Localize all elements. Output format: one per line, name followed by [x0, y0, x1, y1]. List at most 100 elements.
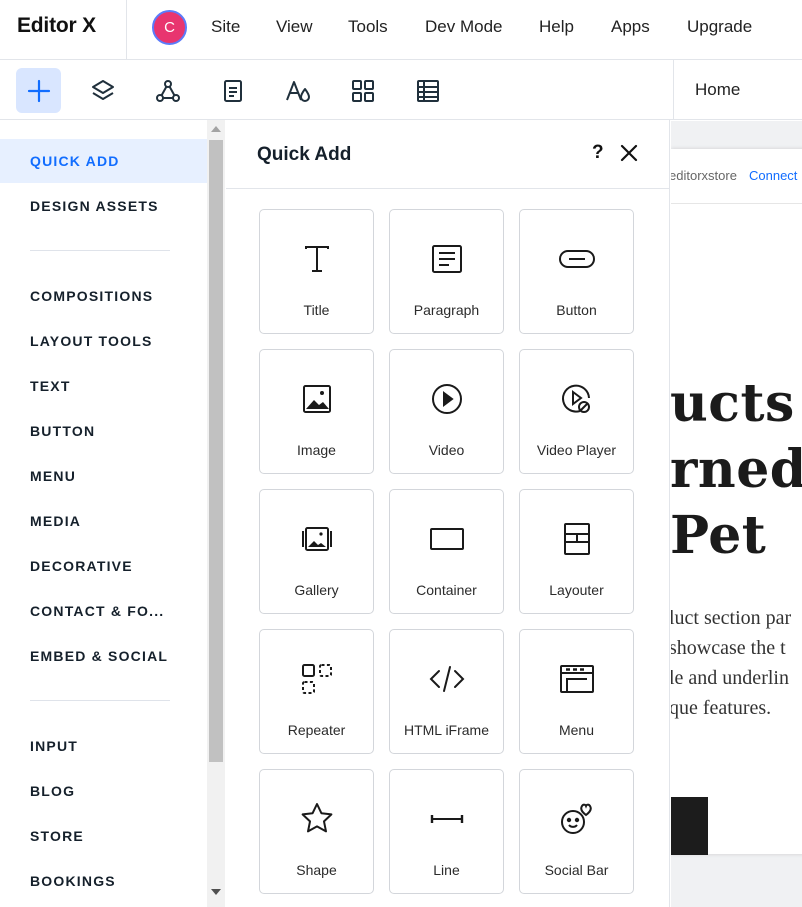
add-layouter-tile[interactable]: Layouter [519, 489, 634, 614]
tile-label: Gallery [294, 582, 339, 598]
category-text[interactable]: TEXT [0, 364, 207, 408]
menu-view[interactable]: View [276, 17, 313, 37]
close-icon[interactable] [618, 142, 640, 164]
tile-label: Title [303, 302, 330, 318]
divider [30, 250, 170, 251]
body-text-line: le and underlin [671, 667, 789, 689]
cms-table-icon [416, 79, 439, 102]
video-play-icon [432, 384, 462, 414]
hero-heading-line: ucts [671, 373, 795, 434]
add-shape-tile[interactable]: Shape [259, 769, 374, 894]
category-input[interactable]: INPUT [0, 724, 207, 768]
scroll-down-arrow-icon[interactable] [211, 889, 221, 895]
menu-upgrade[interactable]: Upgrade [687, 17, 752, 37]
layers-button[interactable] [80, 68, 125, 113]
tile-label: Social Bar [544, 862, 609, 878]
category-embed-social[interactable]: EMBED & SOCIAL [0, 634, 207, 678]
avatar[interactable]: C [152, 10, 187, 45]
top-bar: Editor X C Site View Tools Dev Mode Help… [0, 0, 802, 60]
apps-grid-icon [351, 79, 374, 102]
site-button[interactable] [671, 797, 708, 855]
connections-icon [155, 79, 180, 102]
paragraph-icon [432, 245, 462, 273]
left-toolbar: Home [0, 60, 802, 120]
panel-title: Quick Add [257, 144, 352, 165]
category-store[interactable]: STORE [0, 814, 207, 858]
category-menu[interactable]: MENU [0, 454, 207, 498]
menu-apps[interactable]: Apps [611, 17, 650, 37]
divider [30, 700, 170, 701]
category-design-assets[interactable]: DESIGN ASSETS [0, 184, 207, 228]
add-video-tile[interactable]: Video [389, 349, 504, 474]
design-assets-button[interactable] [275, 68, 320, 113]
add-plus-icon [27, 79, 50, 102]
category-contact-forms[interactable]: CONTACT & FO... [0, 589, 207, 633]
page-selector[interactable]: Home [695, 80, 740, 100]
add-paragraph-tile[interactable]: Paragraph [389, 209, 504, 334]
social-bar-icon [561, 803, 592, 834]
add-repeater-tile[interactable]: Repeater [259, 629, 374, 754]
add-container-tile[interactable]: Container [389, 489, 504, 614]
design-assets-icon [285, 80, 310, 102]
help-icon[interactable]: ? [592, 142, 604, 164]
tile-label: Button [556, 302, 597, 318]
video-player-icon [562, 384, 590, 413]
menu-site[interactable]: Site [211, 17, 240, 37]
category-layout-tools[interactable]: LAYOUT TOOLS [0, 319, 207, 363]
add-html-iframe-tile[interactable]: HTML iFrame [389, 629, 504, 754]
menu-tools[interactable]: Tools [348, 17, 388, 37]
site-header: editorxstore Connect [671, 149, 802, 204]
category-media[interactable]: MEDIA [0, 499, 207, 543]
add-video-player-tile[interactable]: Video Player [519, 349, 634, 474]
repeater-icon [302, 664, 332, 694]
body-text-line: que features. [671, 697, 772, 719]
category-compositions[interactable]: COMPOSITIONS [0, 274, 207, 318]
tile-label: Layouter [549, 582, 604, 598]
tile-label: Menu [558, 722, 595, 738]
add-gallery-tile[interactable]: Gallery [259, 489, 374, 614]
add-button[interactable] [16, 68, 61, 113]
button-icon [559, 250, 595, 268]
tile-label: Shape [296, 862, 337, 878]
site-preview[interactable]: editorxstore Connect ucts rned I Pet luc… [671, 149, 802, 855]
tile-label: HTML iFrame [403, 722, 490, 738]
add-image-tile[interactable]: Image [259, 349, 374, 474]
star-shape-icon [301, 803, 333, 833]
hero-heading-line: Pet [671, 505, 767, 566]
add-menu-tile[interactable]: Menu [519, 629, 634, 754]
editor-logo[interactable]: Editor X [17, 14, 96, 38]
add-line-tile[interactable]: Line [389, 769, 504, 894]
apps-grid-button[interactable] [340, 68, 385, 113]
gallery-icon [302, 527, 332, 551]
hero-heading-line: rned I [671, 439, 802, 500]
tile-label: Repeater [287, 722, 346, 738]
pages-icon [223, 79, 242, 102]
menu-help[interactable]: Help [539, 17, 574, 37]
cms-button[interactable] [405, 68, 450, 113]
divider [126, 0, 127, 60]
editor-canvas[interactable]: editorxstore Connect ucts rned I Pet luc… [671, 121, 802, 907]
scroll-up-arrow-icon[interactable] [211, 126, 221, 132]
connections-button[interactable] [145, 68, 190, 113]
connect-link[interactable]: Connect [749, 168, 797, 183]
layers-icon [91, 79, 114, 100]
divider [673, 60, 674, 120]
category-button[interactable]: BUTTON [0, 409, 207, 453]
code-icon [429, 666, 465, 692]
category-blog[interactable]: BLOG [0, 769, 207, 813]
category-quick-add[interactable]: QUICK ADD [0, 139, 207, 183]
add-social-bar-tile[interactable]: Social Bar [519, 769, 634, 894]
panel-header: Quick Add ? [226, 120, 670, 189]
menu-icon [560, 665, 594, 693]
site-url: editorxstore [671, 168, 737, 183]
title-t-icon [305, 246, 329, 272]
pages-button[interactable] [210, 68, 255, 113]
body-text-line: luct section par [671, 607, 792, 629]
menu-dev-mode[interactable]: Dev Mode [425, 17, 502, 37]
category-bookings[interactable]: BOOKINGS [0, 859, 207, 903]
scrollbar-thumb[interactable] [209, 140, 223, 762]
tile-label: Image [297, 442, 336, 458]
add-title-tile[interactable]: Title [259, 209, 374, 334]
add-button-tile[interactable]: Button [519, 209, 634, 334]
category-decorative[interactable]: DECORATIVE [0, 544, 207, 588]
